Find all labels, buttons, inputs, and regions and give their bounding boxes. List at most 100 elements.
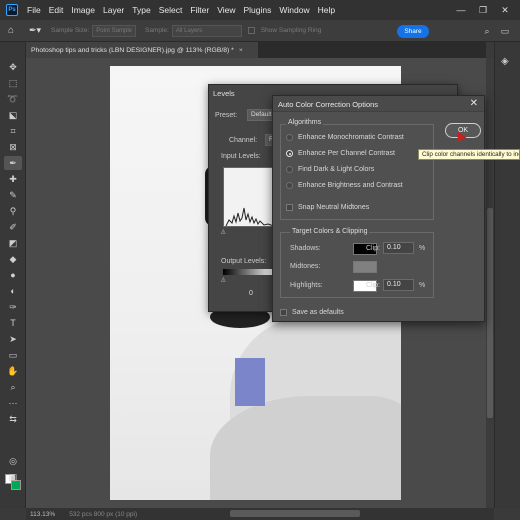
menu-items: File Edit Image Layer Type Select Filter… xyxy=(23,5,339,15)
healing-brush-tool-icon[interactable]: ✚ xyxy=(4,172,22,186)
algorithm-label: Enhance Per Channel Contrast xyxy=(298,150,395,157)
options-bar-icons: ⌕ ▭ xyxy=(478,20,514,42)
eyedropper-tool-icon[interactable]: ✒▾ xyxy=(22,25,48,36)
dialog-header: Auto Color Correction Options ✕ xyxy=(273,96,484,112)
path-selection-tool-icon[interactable]: ➤ xyxy=(4,332,22,346)
clone-stamp-tool-icon[interactable]: ⚲ xyxy=(4,204,22,218)
radio-button[interactable] xyxy=(286,134,293,141)
eraser-tool-icon[interactable]: ◩ xyxy=(4,236,22,250)
home-icon[interactable]: ⌂ xyxy=(0,25,22,36)
menu-image[interactable]: Image xyxy=(67,5,99,15)
output-low-value[interactable]: 0 xyxy=(249,290,253,297)
pen-tool-icon[interactable]: ✑ xyxy=(4,300,22,314)
minimize-icon[interactable]: — xyxy=(450,5,472,15)
sample-size-select[interactable]: Point Sample xyxy=(92,24,136,37)
menu-file[interactable]: File xyxy=(23,5,45,15)
menu-type[interactable]: Type xyxy=(128,5,154,15)
sample-size-label: Sample Size: xyxy=(51,27,90,34)
snap-neutral-option[interactable]: Snap Neutral Midtones xyxy=(286,204,369,211)
document-tab-bar: Photoshop tips and tricks (LBN DESIGNER)… xyxy=(26,42,486,58)
radio-button-selected[interactable] xyxy=(286,150,293,157)
more-tools-icon[interactable]: ⋯ xyxy=(4,396,22,410)
target-colors-legend: Target Colors & Clipping xyxy=(290,228,370,235)
zoom-level[interactable]: 113.13% xyxy=(30,511,55,518)
zoom-tool-icon[interactable]: ⌕ xyxy=(4,380,22,394)
algorithm-label: Enhance Brightness and Contrast xyxy=(298,182,403,189)
hand-tool-icon[interactable]: ✋ xyxy=(4,364,22,378)
close-window-icon[interactable]: ✕ xyxy=(494,5,516,16)
sample-select[interactable]: All Layers xyxy=(171,24,242,37)
type-tool-icon[interactable]: T xyxy=(4,316,22,330)
brush-tool-icon[interactable]: ✎ xyxy=(4,188,22,202)
tools-panel: ✥ ⬚ ➰ ⬕ ⌗ ⊠ ✒ ✚ ✎ ⚲ ✐ ◩ ◆ ● ◐ ✑ T ➤ ▭ ✋ … xyxy=(0,42,26,508)
paint-bucket-tool-icon[interactable]: ◆ xyxy=(4,252,22,266)
snap-neutral-checkbox[interactable] xyxy=(286,204,293,211)
menu-edit[interactable]: Edit xyxy=(45,5,68,15)
lasso-tool-icon[interactable]: ➰ xyxy=(4,92,22,106)
algorithm-option-brightness[interactable]: Enhance Brightness and Contrast xyxy=(286,182,403,189)
swap-colors-icon[interactable]: ⇆ xyxy=(4,412,22,426)
vertical-scroll-thumb[interactable] xyxy=(487,208,493,418)
object-selection-tool-icon[interactable]: ⬕ xyxy=(4,108,22,122)
menu-window[interactable]: Window xyxy=(275,5,313,15)
menu-bar: Ps File Edit Image Layer Type Select Fil… xyxy=(0,0,520,20)
menu-view[interactable]: View xyxy=(213,5,239,15)
algorithm-option-dark-light[interactable]: Find Dark & Light Colors xyxy=(286,166,374,173)
menu-select[interactable]: Select xyxy=(155,5,187,15)
channel-label: Channel: xyxy=(229,137,258,144)
show-ring-checkbox[interactable] xyxy=(247,27,255,34)
menu-filter[interactable]: Filter xyxy=(186,5,213,15)
auto-color-correction-dialog: Auto Color Correction Options ✕ Algorith… xyxy=(272,95,485,322)
share-button[interactable]: Share xyxy=(397,25,429,38)
shadows-label: Shadows: xyxy=(290,245,321,252)
close-tab-icon[interactable]: × xyxy=(239,47,243,54)
blur-tool-icon[interactable]: ● xyxy=(4,268,22,282)
move-tool-icon[interactable]: ✥ xyxy=(4,60,22,74)
input-levels-label: Input Levels: xyxy=(221,153,261,160)
highlights-clip-label: Clip: xyxy=(366,282,381,289)
rectangle-tool-icon[interactable]: ▭ xyxy=(4,348,22,362)
shadows-clip-input[interactable]: 0.10 xyxy=(383,242,414,254)
crop-tool-icon[interactable]: ⌗ xyxy=(4,124,22,138)
show-ring-label: Show Sampling Ring xyxy=(260,27,322,34)
save-defaults-option[interactable]: Save as defaults xyxy=(280,309,344,316)
highlights-clip-input[interactable]: 0.10 xyxy=(383,279,414,291)
document-info[interactable]: 532 pcs 800 px (10 ppi) xyxy=(69,511,137,518)
restore-icon[interactable]: ❐ xyxy=(472,5,494,16)
frame-tool-icon[interactable]: ⊠ xyxy=(4,140,22,154)
dodge-tool-icon[interactable]: ◐ xyxy=(4,284,22,298)
ok-tooltip: Clip color channels identically to incre… xyxy=(418,149,520,160)
close-dialog-icon[interactable]: ✕ xyxy=(470,98,478,109)
photoshop-logo-icon: Ps xyxy=(6,4,18,16)
vertical-scrollbar[interactable] xyxy=(486,58,494,508)
layers-panel-icon[interactable]: ◈ xyxy=(501,56,509,67)
menu-layer[interactable]: Layer xyxy=(99,5,128,15)
search-icon[interactable]: ⌕ xyxy=(478,26,496,37)
algorithm-label: Enhance Monochromatic Contrast xyxy=(298,134,404,141)
workspace-icon[interactable]: ▭ xyxy=(496,26,514,37)
quick-mask-icon[interactable]: ◎ xyxy=(4,454,22,468)
output-black-slider-icon[interactable]: ◬ xyxy=(221,276,226,283)
window-controls: — ❐ ✕ xyxy=(450,0,516,20)
output-levels-gradient[interactable] xyxy=(223,269,275,275)
right-panel-strip: ◈ xyxy=(494,42,520,508)
screen-mode-icon[interactable]: ▣ xyxy=(4,470,22,484)
algorithm-option-monochromatic[interactable]: Enhance Monochromatic Contrast xyxy=(286,134,404,141)
black-point-slider-icon[interactable]: ◬ xyxy=(221,228,226,235)
marquee-tool-icon[interactable]: ⬚ xyxy=(4,76,22,90)
image-monitor-region xyxy=(235,358,265,406)
eyedropper-tool-icon-active[interactable]: ✒ xyxy=(4,156,22,170)
save-defaults-checkbox[interactable] xyxy=(280,309,287,316)
midtones-color-swatch[interactable] xyxy=(353,261,377,273)
menu-help[interactable]: Help xyxy=(314,5,339,15)
radio-button[interactable] xyxy=(286,166,293,173)
radio-button[interactable] xyxy=(286,182,293,189)
history-brush-tool-icon[interactable]: ✐ xyxy=(4,220,22,234)
menu-plugins[interactable]: Plugins xyxy=(239,5,275,15)
horizontal-scroll-thumb[interactable] xyxy=(230,510,360,517)
output-levels-label: Output Levels: xyxy=(221,258,267,265)
highlights-label: Highlights: xyxy=(290,282,323,289)
algorithm-option-per-channel[interactable]: Enhance Per Channel Contrast xyxy=(286,150,395,157)
shadows-clip-label: Clip: xyxy=(366,245,381,252)
document-tab[interactable]: Photoshop tips and tricks (LBN DESIGNER)… xyxy=(26,42,258,58)
